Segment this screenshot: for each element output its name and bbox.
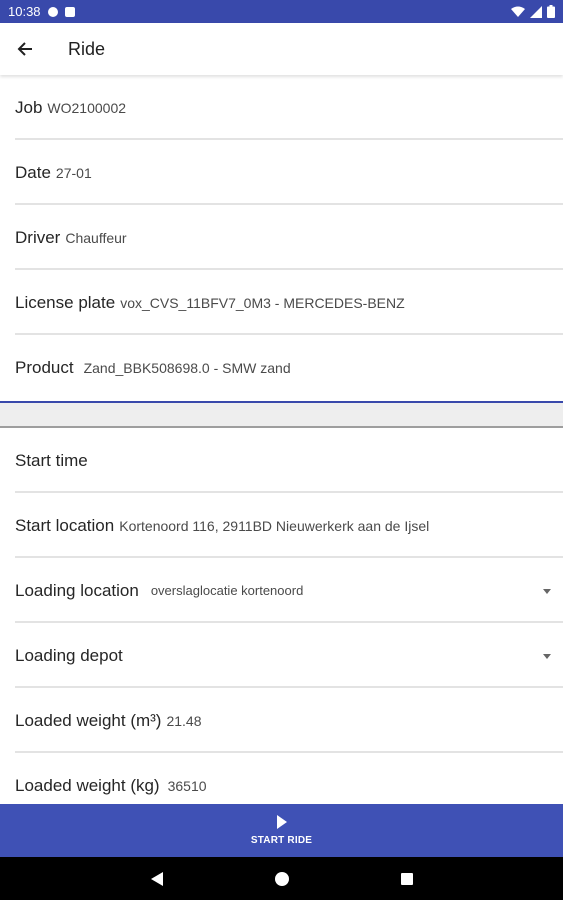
- loaded-weight-m3-label: Loaded weight (m³): [15, 710, 162, 730]
- date-row: Date 27-01: [0, 140, 563, 205]
- job-row: Job WO2100002: [0, 75, 563, 140]
- driver-row: Driver Chauffeur: [0, 205, 563, 270]
- dropdown-arrow-icon: [543, 588, 551, 594]
- driver-label: Driver: [15, 227, 61, 247]
- wifi-icon: [511, 6, 525, 17]
- status-bar: 10:38: [0, 0, 563, 23]
- job-label: Job: [15, 97, 43, 117]
- loading-location-value: overslaglocatie kortenoord: [150, 583, 304, 598]
- product-row: Product Zand_BBK508698.0 - SMW zand: [0, 335, 563, 400]
- nav-back-button[interactable]: [142, 864, 172, 894]
- back-button[interactable]: [0, 23, 50, 75]
- square-recents-icon: [400, 872, 413, 885]
- app-notification-icon: [47, 6, 58, 17]
- date-label: Date: [15, 162, 51, 182]
- dropdown-arrow-icon: [543, 653, 551, 659]
- nav-recents-button[interactable]: [392, 864, 422, 894]
- system-nav-bar: [0, 857, 563, 900]
- loaded-weight-m3-value: 21.48: [166, 712, 202, 729]
- loading-depot-select[interactable]: Loading depot: [0, 623, 563, 688]
- app-bar: Ride: [0, 23, 563, 75]
- status-right: [511, 5, 555, 18]
- loading-location-select[interactable]: Loading location overslaglocatie korteno…: [0, 558, 563, 623]
- status-left: 10:38: [8, 4, 75, 19]
- circle-home-icon: [274, 871, 289, 886]
- battery-icon: [547, 5, 555, 18]
- start-ride-label: START RIDE: [250, 835, 313, 846]
- license-plate-row: License plate vox_CVS_11BFV7_0M3 - MERCE…: [0, 270, 563, 335]
- loading-location-label: Loading location: [15, 580, 139, 600]
- play-icon: [276, 815, 287, 829]
- start-location-value: Kortenoord 116, 2911BD Nieuwerkerk aan d…: [119, 517, 430, 534]
- loading-depot-label: Loading depot: [15, 645, 123, 665]
- signal-icon: [530, 5, 542, 18]
- product-value: Zand_BBK508698.0 - SMW zand: [83, 359, 291, 376]
- date-value: 27-01: [55, 164, 92, 181]
- license-plate-value: vox_CVS_11BFV7_0M3 - MERCEDES-BENZ: [120, 294, 405, 311]
- license-plate-label: License plate: [15, 292, 116, 312]
- start-location-field[interactable]: Start location Kortenoord 116, 2911BD Ni…: [0, 493, 563, 558]
- triangle-back-icon: [150, 871, 163, 886]
- product-label: Product: [15, 357, 74, 377]
- divider-line-top: [0, 401, 563, 403]
- loaded-weight-kg-value: 36510: [167, 777, 207, 794]
- start-ride-button[interactable]: START RIDE: [0, 804, 563, 857]
- start-time-label: Start time: [15, 450, 88, 470]
- nav-home-button[interactable]: [267, 864, 297, 894]
- section-divider: [0, 401, 563, 428]
- start-location-label: Start location: [15, 515, 115, 535]
- loaded-weight-kg-field[interactable]: Loaded weight (kg) 36510: [0, 753, 563, 804]
- start-time-field[interactable]: Start time: [0, 428, 563, 493]
- sim-card-icon: [64, 6, 75, 17]
- loaded-weight-kg-label: Loaded weight (kg): [15, 775, 160, 795]
- driver-value: Chauffeur: [65, 229, 127, 246]
- job-value: WO2100002: [47, 99, 127, 116]
- arrow-left-icon: [17, 42, 32, 56]
- ride-form-section: Start time Start location Kortenoord 116…: [0, 428, 563, 804]
- page-title: Ride: [68, 38, 106, 59]
- ride-info-section: Job WO2100002 Date 27-01 Driver Chauffeu…: [0, 75, 563, 401]
- loaded-weight-m3-field[interactable]: Loaded weight (m³) 21.48: [0, 688, 563, 753]
- status-time: 10:38: [8, 4, 41, 19]
